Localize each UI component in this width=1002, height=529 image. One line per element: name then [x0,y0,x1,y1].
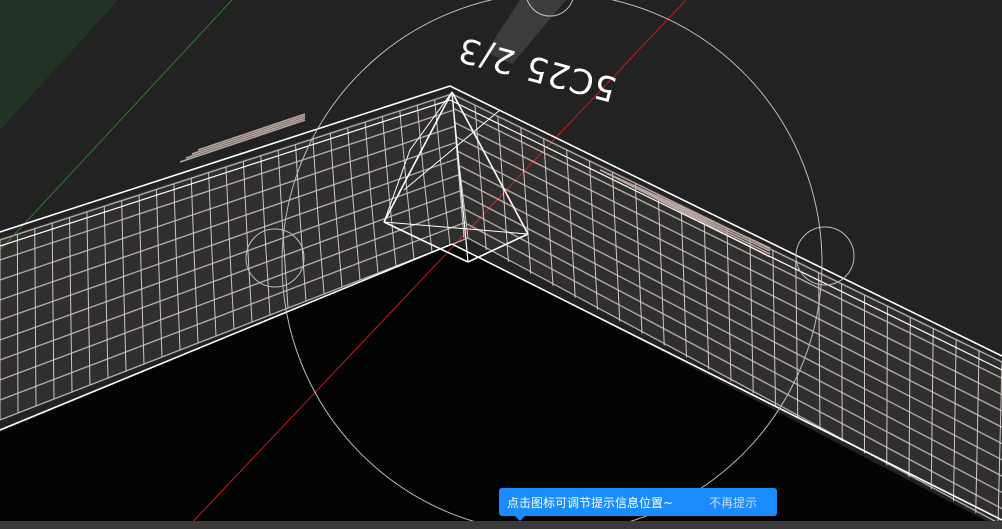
rebar-label[interactable]: 5C25 2/3 [454,28,621,109]
stirrup [34,314,37,407]
ground-plane [0,0,118,130]
rebar-scene[interactable]: 5C25 2/3 [0,0,1002,529]
stirrup [34,228,36,315]
hint-tooltip[interactable]: 点击图标可调节提示信息位置~ 不再提示 [499,488,777,516]
extra-top-bar [197,113,306,151]
stirrup [841,283,843,442]
dont-show-again-link[interactable]: 不再提示 [709,494,769,511]
stirrup [886,306,888,466]
hint-message[interactable]: 点击图标可调节提示信息位置~ [507,494,709,511]
status-bar [0,521,1002,529]
3d-viewport[interactable]: 5C25 2/3 [0,0,1002,529]
